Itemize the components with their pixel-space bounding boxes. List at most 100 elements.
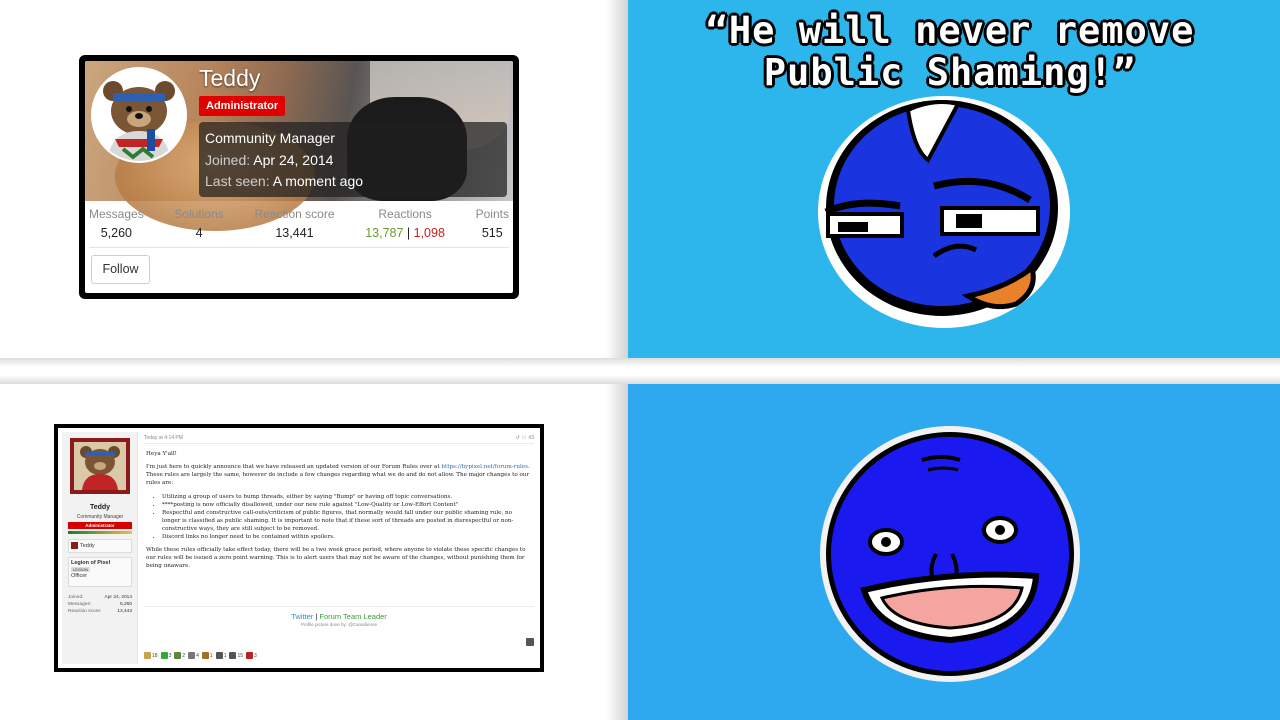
stat-reaction-score[interactable]: Reaction score 13,441	[254, 207, 334, 240]
role-badge: Administrator	[199, 96, 286, 116]
check-icon	[160, 652, 168, 659]
pickaxe-icon	[188, 652, 196, 659]
reaction-anvil[interactable]: 1	[215, 652, 227, 659]
intro-text: I'm just here to quickly announce that w…	[146, 464, 442, 470]
stat-value: 13,441	[275, 226, 314, 240]
stat-value: 515	[481, 226, 503, 240]
stat-label: Solutions	[174, 207, 224, 221]
anvil-icon	[215, 652, 223, 659]
list-item: Respectful and constructive call-outs/cr…	[162, 509, 532, 533]
teddy-bear-avatar-icon	[80, 446, 120, 490]
reactions-positive: 13,787	[365, 226, 404, 240]
list-item: Utilizing a group of users to bump threa…	[162, 493, 532, 501]
profile-card: Teddy Administrator Community Manager Jo…	[79, 55, 519, 299]
guild-rank: Officer	[71, 573, 88, 579]
reaction-count: 2	[182, 652, 186, 659]
horizontal-divider	[0, 358, 1280, 384]
last-seen-row: Last seen: A moment ago	[205, 171, 501, 193]
post-author-name[interactable]: Teddy	[62, 504, 138, 511]
reactions-separator: |	[403, 226, 414, 240]
stat-label: Reaction score	[254, 207, 335, 221]
guild-name: Legion of Pixel	[71, 560, 111, 566]
rank-bar	[68, 531, 132, 534]
reaction-count: 1	[209, 652, 213, 659]
joined-row: Joined: Apr 24, 2014	[205, 150, 501, 172]
bookmark-icon[interactable]: □	[523, 435, 526, 441]
reaction-bar: 18 3 2 4 1 1 15 3	[144, 652, 257, 659]
signature-credit: Profile picture done by: @Canadienne	[300, 622, 378, 627]
joined-value: Apr 24, 2014	[253, 151, 334, 168]
reaction-count: 3	[168, 652, 172, 659]
reaction-count: 15	[237, 652, 244, 659]
post-number[interactable]: #3	[528, 435, 534, 441]
post-closing: While these rules officially take effect…	[146, 547, 526, 569]
meta-label: Joined:	[68, 595, 84, 600]
stat-label: Reactions	[378, 207, 432, 221]
thumbs-down-icon	[229, 652, 237, 659]
meta-value: 5,260	[119, 602, 132, 607]
reaction-pickaxe[interactable]: 4	[188, 652, 199, 659]
meme-caption: “He will never remove Public Shaming!”	[640, 10, 1260, 94]
post-avatar[interactable]	[70, 438, 130, 494]
divider	[144, 606, 534, 607]
reaction-thumbs-up[interactable]: 18	[144, 652, 158, 659]
caption-line-2: Public Shaming!”	[763, 51, 1137, 94]
stat-label: Points	[475, 207, 509, 221]
guild-box[interactable]: Legion of Pixel LEGION Officer	[68, 557, 132, 587]
forum-post-screenshot: Teddy Community Manager Administrator Te…	[54, 424, 544, 672]
reaction-creeper[interactable]: 2	[174, 652, 185, 659]
forum-rules-link[interactable]: https://hypixel.net/forum-rules	[441, 464, 528, 470]
teddy-bear-avatar-icon	[93, 69, 185, 161]
list-item: Discord links no longer need to be conta…	[162, 533, 532, 541]
reaction-count: 1	[223, 652, 227, 659]
stat-points[interactable]: Points 515	[476, 207, 509, 240]
stat-solutions[interactable]: Solutions 4	[174, 207, 223, 240]
caption-line-1: “He will never remove	[705, 9, 1195, 52]
reaction-count: 4	[196, 652, 199, 659]
stat-value: 5,260	[100, 226, 132, 240]
like-button-icon[interactable]	[526, 638, 534, 646]
avatar[interactable]	[91, 67, 187, 163]
reaction-check[interactable]: 3	[160, 652, 172, 659]
twitter-link[interactable]: Twitter	[291, 612, 313, 621]
post-author-meta: Joined: Apr 24, 2014 Messages: 5,260 React…	[68, 594, 132, 615]
follow-button[interactable]: Follow	[91, 255, 150, 284]
profile-username[interactable]: Teddy	[199, 65, 260, 92]
stat-reactions[interactable]: Reactions 13,787 | 1,098	[365, 207, 445, 240]
reactions-negative: 1,098	[413, 226, 445, 240]
share-icon[interactable]: ↺	[516, 435, 520, 441]
post-signature: Twitter | Forum Team Leader Profile pict…	[144, 612, 534, 627]
post-author-title: Community Manager	[76, 514, 124, 520]
team-avatar-icon	[71, 542, 78, 549]
meta-value: Apr 24, 2014	[104, 595, 132, 600]
meta-label: Reaction score:	[68, 609, 102, 614]
last-seen-label: Last seen:	[205, 173, 270, 189]
reaction-count: 18	[152, 652, 158, 659]
post-timestamp[interactable]: Today at 4:14 PM	[144, 435, 183, 441]
meta-value: 13,443	[117, 609, 132, 614]
reaction-thumbs-down[interactable]: 15	[229, 652, 243, 659]
reaction-count: 3	[254, 652, 257, 659]
reaction-chest[interactable]: 1	[201, 652, 213, 659]
last-seen-value: A moment ago	[272, 173, 364, 189]
rule-changes-list: Utilizing a group of users to bump threa…	[162, 493, 532, 541]
reaction-cross[interactable]: 3	[246, 652, 257, 659]
smug-blue-ball-character-icon	[818, 96, 1070, 328]
post-intro: I'm just here to quickly announce that w…	[146, 463, 532, 487]
stat-value: 13,787 | 1,098	[365, 226, 445, 240]
divider	[89, 247, 509, 248]
happy-blue-ball-character-icon	[820, 426, 1080, 682]
forum-team-leader-link[interactable]: Forum Team Leader	[319, 612, 386, 621]
profile-stats: Messages 5,260 Solutions 4 Reaction scor…	[85, 207, 513, 240]
post-greeting: Heya Y'all!	[146, 451, 177, 457]
post-header-actions: ↺ □ #3	[516, 435, 534, 441]
meta-label: Messages:	[68, 602, 92, 607]
list-item: ****posting is now officially disallowed…	[162, 501, 532, 509]
creeper-icon	[174, 652, 182, 659]
guild-tag: LEGION	[71, 567, 91, 572]
post-body: Today at 4:14 PM ↺ □ #3 Heya Y'all! I'm …	[144, 432, 538, 664]
team-name: Teddy	[80, 542, 95, 549]
stat-label: Messages	[89, 207, 144, 221]
divider	[144, 443, 534, 444]
stat-messages[interactable]: Messages 5,260	[89, 207, 144, 240]
